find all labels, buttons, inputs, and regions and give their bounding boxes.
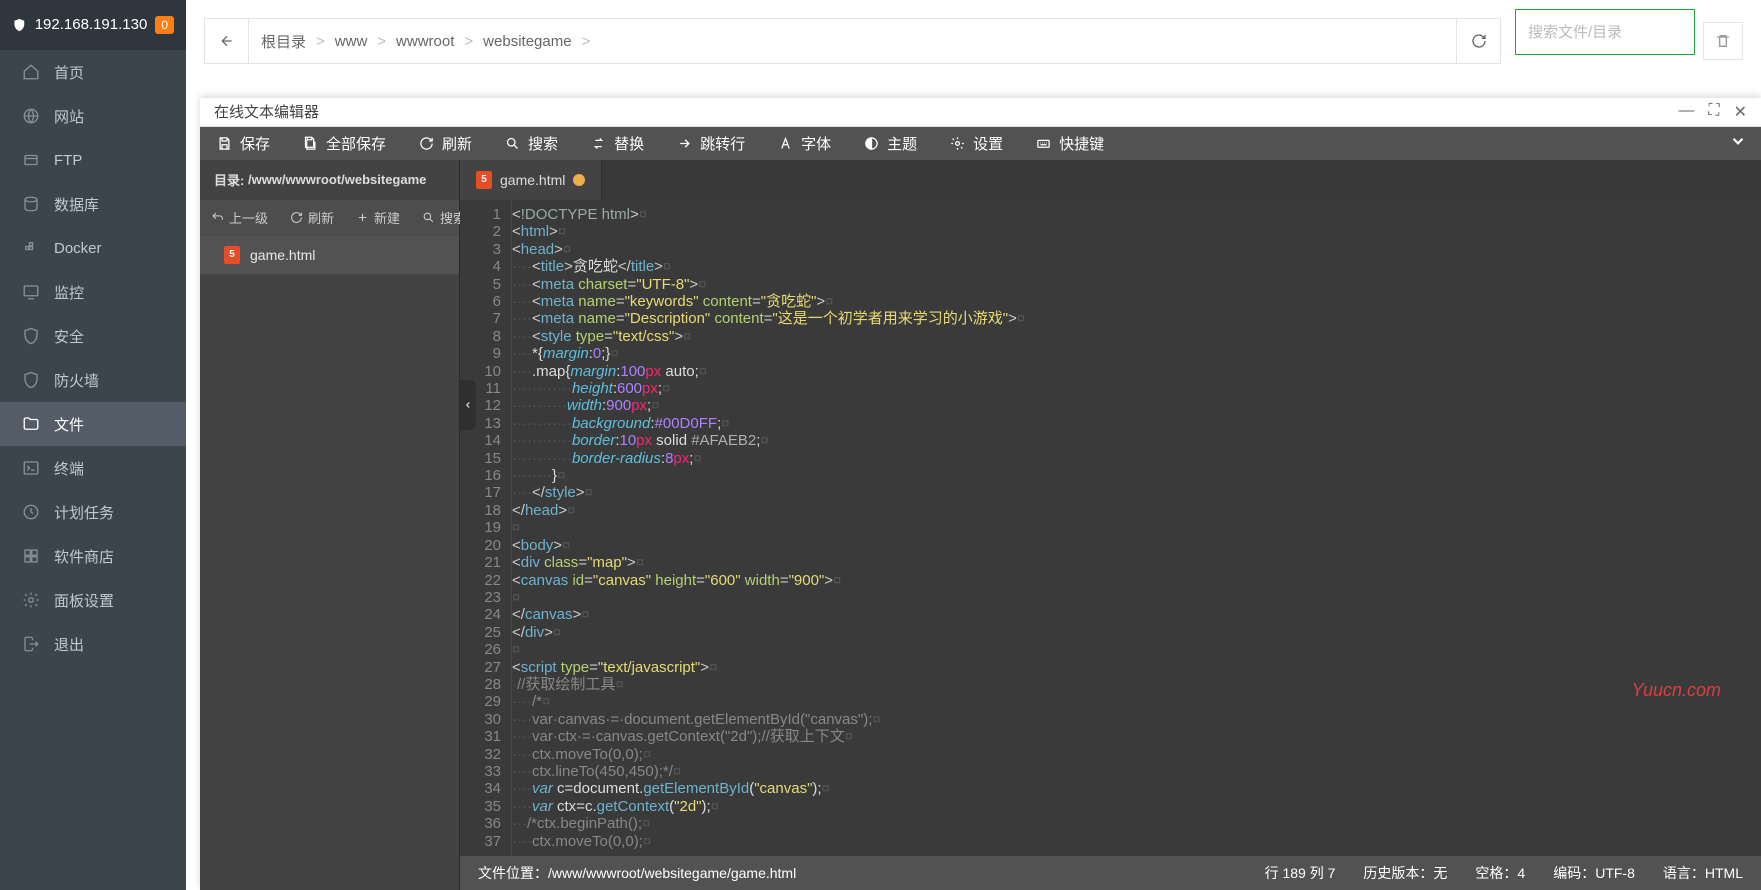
editor-toolbar: 保存全部保存刷新搜索替换跳转行字体主题设置快捷键 [200, 127, 1761, 160]
refresh-icon [418, 135, 434, 151]
sidebar-header: 192.168.191.130 0 [0, 0, 186, 50]
file-list: 5game.html [200, 236, 459, 890]
cursor-pos: 行 189 列 7 [1265, 863, 1336, 883]
file-panel: 目录: /www/wwwroot/websitegame 上一级刷新新建搜索 5… [200, 160, 460, 890]
nav-database[interactable]: 数据库 [0, 182, 186, 226]
store-icon [22, 547, 40, 565]
font-icon [777, 135, 793, 151]
crumb-0[interactable]: 根目录 [261, 31, 306, 52]
crumb-1[interactable]: www [335, 33, 368, 50]
minimize-button[interactable]: — [1678, 102, 1694, 122]
shortcut-icon [1035, 135, 1051, 151]
crumb-2[interactable]: wwwroot [396, 33, 454, 50]
nav-panel[interactable]: 面板设置 [0, 578, 186, 622]
breadcrumb: 根目录>www>wwwroot>websitegame> [249, 31, 1456, 52]
panel-refresh[interactable]: 刷新 [279, 200, 345, 236]
encoding[interactable]: 编码：UTF-8 [1553, 863, 1635, 883]
server-ip: 192.168.191.130 [35, 16, 148, 33]
editor-titlebar: 在线文本编辑器 — ⛶ ✕ [200, 98, 1761, 127]
sidebar: 192.168.191.130 0 首页网站FTP数据库Docker监控安全防火… [0, 0, 186, 890]
tab-game-html[interactable]: 5 game.html [460, 160, 602, 200]
editor-title: 在线文本编辑器 [214, 101, 319, 122]
nav-files[interactable]: 文件 [0, 402, 186, 446]
nav-terminal[interactable]: 终端 [0, 446, 186, 490]
nav-firewall[interactable]: 防火墙 [0, 358, 186, 402]
path-refresh-button[interactable] [1456, 19, 1500, 63]
nav-security[interactable]: 安全 [0, 314, 186, 358]
html5-icon: 5 [224, 246, 240, 264]
expand-button[interactable] [1715, 132, 1761, 154]
nav-docker[interactable]: Docker [0, 226, 186, 270]
nav-cron[interactable]: 计划任务 [0, 490, 186, 534]
save-button[interactable]: 保存 [200, 127, 286, 160]
replace-button[interactable]: 替换 [574, 127, 660, 160]
search-input[interactable] [1515, 9, 1695, 55]
files-icon [22, 415, 40, 433]
dirty-indicator [573, 174, 585, 186]
close-button[interactable]: ✕ [1734, 102, 1747, 122]
nav-home[interactable]: 首页 [0, 50, 186, 94]
editor-window: 在线文本编辑器 — ⛶ ✕ 保存全部保存刷新搜索替换跳转行字体主题设置快捷键 目… [200, 98, 1761, 890]
tabs: 5 game.html [460, 160, 1761, 200]
font-button[interactable]: 字体 [761, 127, 847, 160]
logout-icon [22, 635, 40, 653]
shield-icon [12, 16, 27, 34]
save-icon [216, 135, 232, 151]
goto-button[interactable]: 跳转行 [660, 127, 761, 160]
settings-icon [949, 135, 965, 151]
firewall-icon [22, 371, 40, 389]
home-icon [22, 63, 40, 81]
path-bar: 根目录>www>wwwroot>websitegame> [204, 18, 1501, 64]
back-button[interactable] [205, 19, 249, 63]
search-icon [504, 135, 520, 151]
trash-button[interactable] [1703, 22, 1743, 60]
panel-new[interactable]: 新建 [345, 200, 411, 236]
nav-ftp[interactable]: FTP [0, 138, 186, 182]
saveall-button[interactable]: 全部保存 [286, 127, 402, 160]
file-panel-path: 目录: /www/wwwroot/websitegame [200, 160, 459, 200]
panel-icon [22, 591, 40, 609]
code-lines[interactable]: <!DOCTYPE html>¤<html>¤<head>¤····<title… [512, 200, 1761, 856]
theme-button[interactable]: 主题 [847, 127, 933, 160]
maximize-button[interactable]: ⛶ [1708, 102, 1719, 122]
tab-label: game.html [500, 172, 565, 188]
code-area: 5 game.html 1234567891011121314151617181… [460, 160, 1761, 890]
security-icon [22, 327, 40, 345]
gutter: 1234567891011121314151617181920212223242… [460, 200, 512, 856]
replace-icon [590, 135, 606, 151]
site-icon [22, 107, 40, 125]
nav-store[interactable]: 软件商店 [0, 534, 186, 578]
file-panel-ops: 上一级刷新新建搜索 [200, 200, 459, 236]
collapse-handle[interactable] [460, 380, 476, 430]
notify-badge[interactable]: 0 [155, 16, 174, 34]
search-button[interactable]: 搜索 [488, 127, 574, 160]
history[interactable]: 历史版本：无 [1363, 863, 1447, 883]
panel-up[interactable]: 上一级 [200, 200, 279, 236]
nav-site[interactable]: 网站 [0, 94, 186, 138]
nav-logout[interactable]: 退出 [0, 622, 186, 666]
language[interactable]: 语言：HTML [1663, 863, 1743, 883]
code-view[interactable]: 1234567891011121314151617181920212223242… [460, 200, 1761, 856]
theme-icon [863, 135, 879, 151]
docker-icon [22, 239, 40, 257]
html5-icon: 5 [476, 171, 492, 189]
ftp-icon [22, 151, 40, 169]
monitor-icon [22, 283, 40, 301]
refresh-button[interactable]: 刷新 [402, 127, 488, 160]
saveall-icon [302, 135, 318, 151]
terminal-icon [22, 459, 40, 477]
crumb-3[interactable]: websitegame [483, 33, 571, 50]
database-icon [22, 195, 40, 213]
file-item[interactable]: 5game.html [200, 236, 459, 274]
goto-icon [676, 135, 692, 151]
settings-button[interactable]: 设置 [933, 127, 1019, 160]
nav-monitor[interactable]: 监控 [0, 270, 186, 314]
indent[interactable]: 空格：4 [1475, 863, 1525, 883]
cron-icon [22, 503, 40, 521]
nav: 首页网站FTP数据库Docker监控安全防火墙文件终端计划任务软件商店面板设置退… [0, 50, 186, 666]
statusbar: 文件位置：/www/wwwroot/websitegame/game.html … [460, 856, 1761, 890]
shortcut-button[interactable]: 快捷键 [1019, 127, 1120, 160]
